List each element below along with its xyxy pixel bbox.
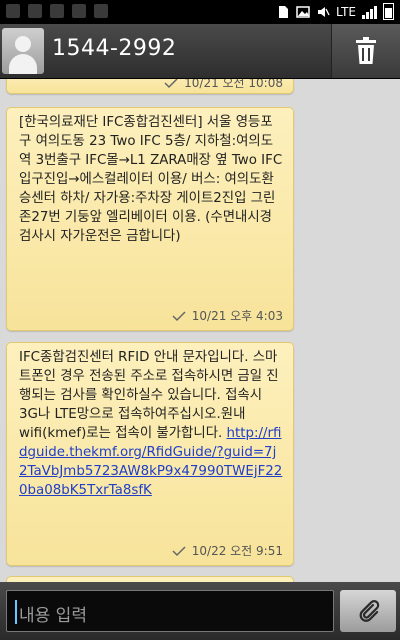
message-time: 10/21 오후 4:03: [191, 309, 283, 323]
notification-icon: [94, 4, 108, 18]
system-icons: LTE: [276, 3, 394, 20]
message-meta: 10/21 오전 10:08: [164, 79, 283, 91]
image-icon: [296, 5, 310, 18]
battery-icon: [383, 3, 394, 20]
trash-icon: [356, 37, 376, 64]
notification-icon: [6, 4, 20, 18]
signal-icon: [362, 5, 377, 19]
sent-status-icon: [172, 545, 186, 556]
input-placeholder: 내용 입력: [19, 606, 87, 626]
message-time: 10/22 오전 9:51: [191, 544, 283, 558]
notification-icon: [72, 4, 86, 18]
sd-card-icon: [279, 5, 289, 18]
message-bubble[interactable]: [한국의료재단 IFC종합검진센터] 서울 영등포구 여의도동 23 Two I…: [6, 107, 294, 331]
compose-bar: 내용 입력: [0, 582, 400, 640]
message-list[interactable]: 10/21 오전 10:08 [한국의료재단 IFC종합검진센터] 서울 영등포…: [0, 79, 400, 582]
message-bubble[interactable]: IFC종합검진센터 RFID 안내 문자입니다. 스마트폰인 경우 전송된 주소…: [6, 342, 294, 566]
paperclip-icon: [359, 600, 380, 622]
message-text: [한국의료재단 IFC종합검진센터] 서울 영등포구 여의도동 23 Two I…: [19, 115, 283, 244]
status-bar: LTE: [0, 0, 400, 24]
message-time: 10/21 오전 10:08: [184, 79, 283, 90]
sent-status-icon: [172, 310, 186, 321]
contact-avatar[interactable]: [2, 28, 44, 74]
message-text: IFC종합검진센터 RFID 안내 문자입니다. 스마트폰인 경우 전송된 주소…: [7, 343, 293, 500]
contact-title: 1544-2992: [52, 36, 177, 61]
message-meta: 10/22 오전 9:51: [172, 542, 283, 559]
sent-status-icon: [164, 79, 178, 88]
message-bubble[interactable]: 10/21 오전 10:08: [6, 79, 294, 94]
delete-button[interactable]: [331, 24, 400, 78]
message-input[interactable]: 내용 입력: [6, 590, 334, 632]
message-meta: 10/21 오후 4:03: [172, 307, 283, 324]
notification-icon: [50, 4, 64, 18]
network-type: LTE: [336, 4, 356, 19]
attach-button[interactable]: [340, 590, 396, 632]
conversation-header: 1544-2992: [0, 24, 400, 79]
mute-icon: [318, 6, 330, 17]
notification-icons: [6, 4, 108, 18]
text-cursor: [15, 600, 17, 624]
notification-icon: [28, 4, 42, 18]
